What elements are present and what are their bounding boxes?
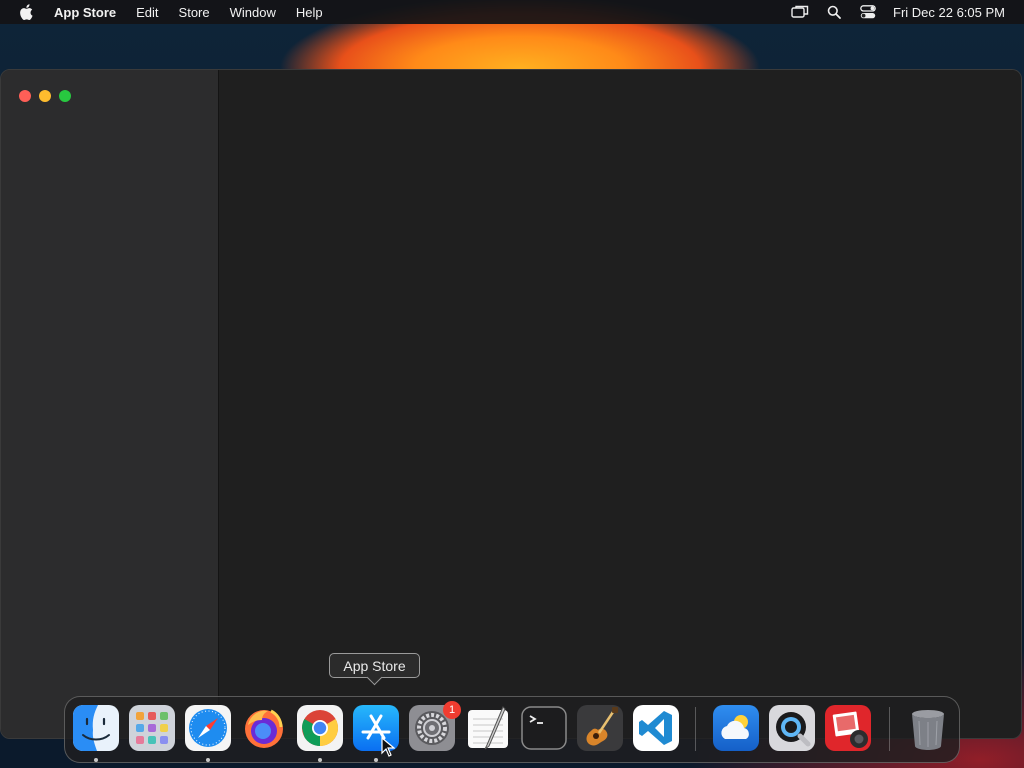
app-store-content-area xyxy=(220,70,1021,738)
app-store-sidebar xyxy=(1,70,219,738)
dock-terminal[interactable] xyxy=(521,705,567,751)
apple-logo-icon xyxy=(20,4,33,20)
dock-textedit[interactable] xyxy=(465,705,511,751)
notification-badge: 1 xyxy=(443,701,461,719)
menu-window[interactable]: Window xyxy=(220,0,286,24)
dock-tooltip: App Store xyxy=(329,653,420,678)
textedit-icon xyxy=(468,706,508,750)
chrome-icon xyxy=(297,705,343,751)
dock-system-settings[interactable]: 1 xyxy=(409,701,461,751)
dock-trash[interactable] xyxy=(905,705,951,751)
quicktime-icon xyxy=(769,705,815,751)
dock-firefox[interactable] xyxy=(241,705,287,751)
dock-vscode[interactable] xyxy=(633,705,679,751)
dock-photo-booth[interactable] xyxy=(825,705,871,751)
close-window-button[interactable] xyxy=(19,90,31,102)
window-controls xyxy=(19,90,71,102)
dock-safari[interactable] xyxy=(185,705,231,751)
apple-menu[interactable] xyxy=(0,4,52,20)
menu-help[interactable]: Help xyxy=(286,0,333,24)
dock-finder[interactable] xyxy=(73,705,119,751)
running-indicator xyxy=(94,758,98,762)
dock-separator xyxy=(889,707,890,751)
firefox-icon xyxy=(245,709,283,748)
menu-bar-clock[interactable]: Fri Dec 22 6:05 PM xyxy=(893,5,1005,20)
garageband-icon xyxy=(577,705,623,751)
photo-booth-icon xyxy=(825,705,871,751)
menu-edit[interactable]: Edit xyxy=(126,0,168,24)
dock-quicktime[interactable] xyxy=(769,705,815,751)
control-center-icon[interactable] xyxy=(851,0,885,24)
running-indicator xyxy=(206,758,210,762)
safari-icon xyxy=(185,705,231,751)
screen-mirroring-icon[interactable] xyxy=(783,0,817,24)
vscode-icon xyxy=(633,705,679,751)
running-indicator xyxy=(318,758,322,762)
dock-launchpad[interactable] xyxy=(129,705,175,751)
running-indicator xyxy=(374,758,378,762)
zoom-window-button[interactable] xyxy=(59,90,71,102)
menu-app-name[interactable]: App Store xyxy=(52,0,126,24)
dock-chrome[interactable] xyxy=(297,705,343,751)
search-icon[interactable] xyxy=(817,0,851,24)
dock-weather[interactable] xyxy=(713,705,759,751)
minimize-window-button[interactable] xyxy=(39,90,51,102)
trash-icon xyxy=(912,710,944,750)
dock-separator xyxy=(695,707,696,751)
dock: 1 xyxy=(64,696,960,763)
terminal-icon xyxy=(521,706,567,750)
menu-bar: App Store Edit Store Window Help Fri Dec… xyxy=(0,0,1024,24)
finder-icon xyxy=(73,705,119,751)
menu-store[interactable]: Store xyxy=(169,0,220,24)
dock-garageband[interactable] xyxy=(577,705,623,751)
mouse-pointer-icon xyxy=(381,737,395,757)
app-store-window xyxy=(0,69,1022,739)
launchpad-icon xyxy=(129,705,175,751)
weather-icon xyxy=(713,705,759,751)
